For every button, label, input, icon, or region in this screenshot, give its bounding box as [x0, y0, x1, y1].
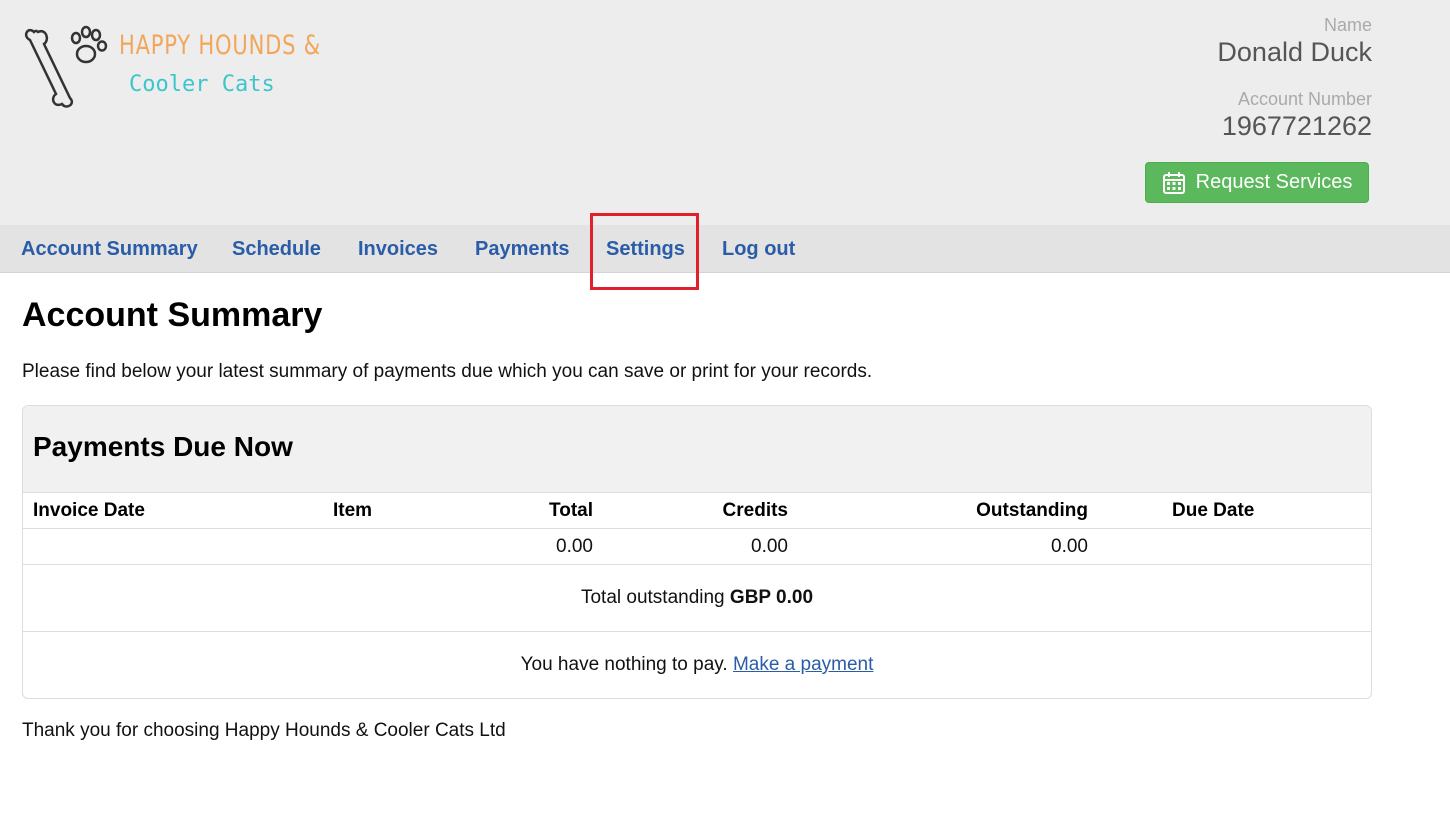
cell-outstanding: 0.00	[1051, 536, 1088, 557]
page-title: Account Summary	[22, 296, 323, 334]
col-item: Item	[333, 500, 373, 521]
request-services-button[interactable]: Request Services	[1145, 162, 1369, 203]
brand-name-line2: Cooler Cats	[129, 72, 275, 97]
nav-invoices[interactable]: Invoices	[358, 225, 438, 273]
main-nav: Account Summary Schedule Invoices Paymen…	[0, 225, 1450, 273]
col-outstanding: Outstanding	[976, 500, 1088, 521]
settings-highlight-box	[590, 213, 699, 290]
total-outstanding-value: GBP 0.00	[729, 587, 814, 608]
panel-header: Payments Due Now	[23, 406, 1371, 493]
make-payment-link[interactable]: Make a payment	[733, 654, 873, 675]
cell-total: 0.00	[556, 536, 593, 557]
page-header: HAPPY HOUNDS & Cooler Cats Name Donald D…	[0, 0, 1450, 225]
col-credits: Credits	[722, 500, 788, 521]
table-row: 0.00 0.00 0.00	[23, 529, 1371, 565]
cell-credits: 0.00	[751, 536, 788, 557]
nothing-to-pay-text: You have nothing to pay.	[520, 654, 728, 675]
nav-payments[interactable]: Payments	[475, 225, 570, 273]
nav-log-out[interactable]: Log out	[722, 225, 795, 273]
nav-account-summary[interactable]: Account Summary	[21, 225, 198, 273]
brand-logo[interactable]: HAPPY HOUNDS & Cooler Cats	[24, 24, 320, 114]
name-label: Name	[1323, 15, 1372, 35]
account-number-label: Account Number	[1237, 89, 1372, 109]
panel-title: Payments Due Now	[33, 431, 293, 462]
nav-schedule[interactable]: Schedule	[232, 225, 321, 273]
account-info: Name Donald Duck Account Number 19677212…	[1217, 14, 1372, 142]
col-due-date: Due Date	[1172, 500, 1255, 521]
table-header-row: Invoice Date Item Total Credits Outstand…	[23, 493, 1371, 529]
intro-text: Please find below your latest summary of…	[22, 361, 873, 382]
calendar-icon	[1162, 171, 1185, 194]
brand-name-line1: HAPPY HOUNDS &	[119, 30, 321, 61]
col-invoice-date: Invoice Date	[33, 500, 145, 521]
account-number-value: 1967721262	[1221, 111, 1372, 141]
col-total: Total	[549, 500, 593, 521]
payment-status-row: You have nothing to pay. Make a payment	[23, 632, 1371, 698]
total-outstanding-label: Total outstanding	[580, 587, 725, 608]
payments-due-panel: Payments Due Now Invoice Date Item Total…	[22, 405, 1372, 699]
name-value: Donald Duck	[1217, 37, 1372, 67]
total-outstanding-row: Total outstanding GBP 0.00	[23, 565, 1371, 632]
request-services-label: Request Services	[1195, 171, 1353, 193]
bone-and-paw-icon	[24, 25, 108, 108]
footer-thank-you: Thank you for choosing Happy Hounds & Co…	[22, 720, 506, 741]
